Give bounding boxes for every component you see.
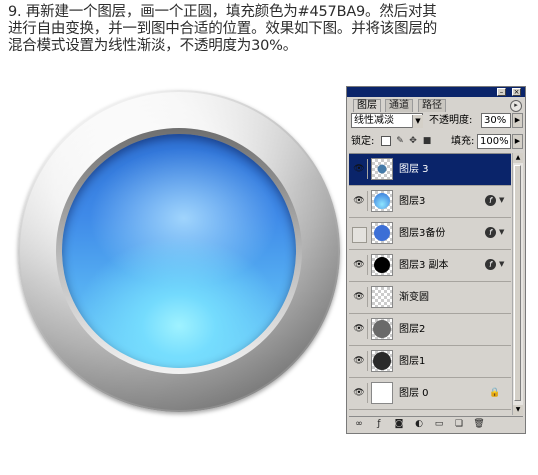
eye-icon[interactable]: 👁	[351, 255, 368, 275]
eye-off-icon[interactable]	[352, 227, 367, 243]
blend-mode-select[interactable]: 线性减淡 ▼	[351, 113, 423, 128]
scroll-down-icon[interactable]: ▼	[513, 405, 523, 415]
lock-fill-row: 锁定: ✎ ✥ ■ 填充: 100% ▶	[351, 134, 523, 150]
eye-icon[interactable]: 👁	[351, 159, 368, 179]
chevron-down-icon[interactable]: ▼	[499, 259, 504, 270]
layers-scrollbar[interactable]: ▲ ▼	[512, 153, 523, 415]
panel-tabs: 图层 通道 路径 ▸	[347, 97, 525, 112]
add-layer-style-icon[interactable]: ƒ	[373, 419, 385, 429]
fill-input[interactable]: 100%	[477, 134, 511, 149]
layer-effects-icon[interactable]: f	[485, 195, 496, 206]
layer-row[interactable]: 👁 图层 3	[349, 154, 511, 186]
layer-name[interactable]: 图层3	[399, 195, 425, 209]
lock-transparency-icon[interactable]	[381, 136, 391, 146]
layer-effects-icon[interactable]: f	[485, 259, 496, 270]
minimize-icon[interactable]: –	[497, 88, 506, 96]
tab-layers[interactable]: 图层	[353, 99, 381, 112]
opacity-label: 不透明度:	[429, 115, 473, 126]
blue-gradient-circle-thumb	[374, 193, 390, 209]
layer-row[interactable]: 👁 图层 0 🔒	[349, 378, 511, 410]
layers-list: 👁 图层 3 👁 图层3 f ▼ 图层3备份 f ▼ 👁 图层3 副本 f ▼ …	[349, 153, 511, 416]
opacity-input[interactable]: 30%	[481, 113, 511, 128]
lock-pixels-brush-icon[interactable]: ✎	[395, 136, 405, 146]
chevron-down-icon[interactable]: ▼	[499, 195, 504, 206]
layer-row[interactable]: 👁 图层3 副本 f ▼	[349, 250, 511, 282]
layer-thumbnail	[371, 318, 393, 340]
chevron-down-icon[interactable]: ▼	[412, 115, 423, 128]
layer-row[interactable]: 👁 图层1	[349, 346, 511, 378]
layer-name[interactable]: 图层2	[399, 323, 425, 337]
tab-paths[interactable]: 路径	[418, 99, 446, 112]
layer-thumbnail	[371, 350, 393, 372]
layer-name[interactable]: 渐变圆	[399, 291, 429, 305]
layer-row[interactable]: 👁 图层3 f ▼	[349, 186, 511, 218]
dark-circle-thumb	[373, 352, 391, 370]
layer-name[interactable]: 图层3 副本	[399, 259, 449, 273]
panel-menu-icon[interactable]: ▸	[510, 100, 522, 112]
layer-thumbnail	[371, 158, 393, 180]
eye-icon[interactable]: 👁	[351, 351, 368, 371]
eye-icon[interactable]: 👁	[351, 287, 368, 307]
lock-all-icon[interactable]: ■	[422, 136, 432, 146]
layer-thumbnail	[371, 222, 393, 244]
instruction-text: 9. 再新建一个图层，画一个正圆，填充颜色为#457BA9。然后对其 进行自由变…	[8, 4, 534, 55]
small-blue-circle-thumb	[377, 164, 387, 174]
new-layer-icon[interactable]: ❏	[453, 419, 465, 429]
eye-icon[interactable]: 👁	[351, 191, 368, 211]
fill-label: 填充:	[451, 136, 475, 147]
tab-channels[interactable]: 通道	[385, 99, 413, 112]
blue-circle-thumb	[374, 225, 390, 241]
blend-mode-value: 线性减淡	[354, 115, 394, 126]
blue-glass-face	[62, 134, 296, 368]
scroll-thumb[interactable]	[514, 165, 521, 401]
layer-thumbnail	[371, 286, 393, 308]
instruction-line-3: 混合模式设置为线性渐淡，不透明度为30%。	[8, 38, 298, 54]
layer-effects-icon[interactable]: f	[485, 227, 496, 238]
layer-thumbnail	[371, 254, 393, 276]
glass-orb-button-illustration	[18, 90, 340, 412]
layer-row[interactable]: 👁 渐变圆	[349, 282, 511, 314]
black-circle-thumb	[374, 257, 390, 273]
panel-bottom-toolbar: ∞ ƒ ◙ ◐ ▭ ❏ 🗑	[349, 416, 523, 431]
link-layers-icon[interactable]: ∞	[353, 419, 365, 429]
new-group-icon[interactable]: ▭	[433, 419, 445, 429]
layer-name[interactable]: 图层 0	[399, 387, 429, 401]
layer-thumbnail	[371, 190, 393, 212]
close-icon[interactable]: ×	[512, 88, 521, 96]
blend-opacity-row: 线性减淡 ▼ 不透明度: 30% ▶	[351, 113, 523, 129]
gray-circle-thumb	[373, 320, 391, 338]
lock-icon: 🔒	[489, 388, 501, 398]
lock-position-move-icon[interactable]: ✥	[408, 136, 418, 146]
instruction-line-1: 9. 再新建一个图层，画一个正圆，填充颜色为#457BA9。然后对其	[8, 4, 437, 20]
layer-name[interactable]: 图层3备份	[399, 227, 445, 241]
layer-row[interactable]: 👁 图层2	[349, 314, 511, 346]
eye-icon[interactable]: 👁	[351, 319, 368, 339]
layer-name[interactable]: 图层1	[399, 355, 425, 369]
instruction-line-2: 进行自由变换，并一到图中合适的位置。效果如下图。并将该图层的	[8, 21, 437, 37]
panel-titlebar: – ×	[347, 87, 525, 97]
scroll-up-icon[interactable]: ▲	[513, 153, 523, 163]
delete-layer-icon[interactable]: 🗑	[473, 419, 485, 429]
layer-row[interactable]: 图层3备份 f ▼	[349, 218, 511, 250]
fill-slider-arrow-icon[interactable]: ▶	[512, 134, 523, 149]
adjustment-layer-icon[interactable]: ◐	[413, 419, 425, 429]
layer-name[interactable]: 图层 3	[399, 163, 429, 177]
eye-icon[interactable]: 👁	[351, 383, 368, 403]
add-mask-icon[interactable]: ◙	[393, 419, 405, 429]
layer-thumbnail	[371, 382, 393, 404]
layers-panel: – × 图层 通道 路径 ▸ 线性减淡 ▼ 不透明度: 30% ▶ 锁定: ✎ …	[346, 86, 526, 434]
chevron-down-icon[interactable]: ▼	[499, 227, 504, 238]
lock-label: 锁定:	[351, 136, 375, 147]
opacity-slider-arrow-icon[interactable]: ▶	[512, 113, 523, 128]
